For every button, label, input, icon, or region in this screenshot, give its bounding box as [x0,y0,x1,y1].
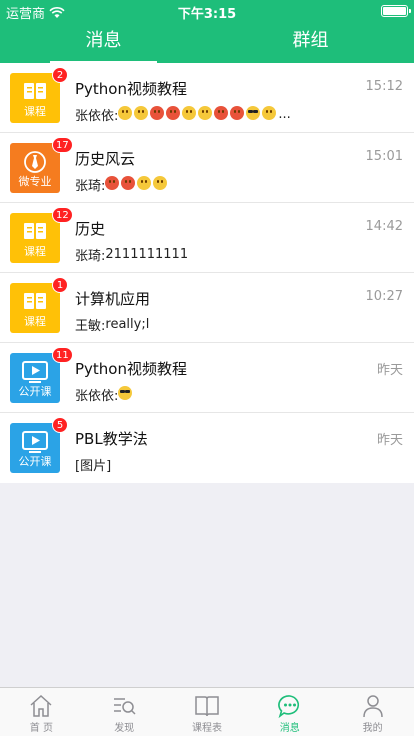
tab-messages[interactable]: 消息 [0,22,207,63]
status-bar: 运营商 下午3:15 [0,0,414,22]
unread-badge: 17 [52,137,73,153]
preview-text: 2111111111 [105,247,189,262]
avatar-label: 公开课 [18,385,52,398]
course-avatar: 课程 [10,73,60,123]
top-header: 运营商 下午3:15 消息 群组 [0,0,414,63]
course-avatar: 课程 [10,283,60,333]
preview-text: really;l [105,317,150,332]
tabbar-label: 课程表 [191,723,222,734]
conversation-row[interactable]: 公开课 11 Python视频教程 昨天张依依: [0,343,414,413]
conversation-row[interactable]: 公开课 5 PBL教学法 昨天 [图片] [0,413,414,483]
course-avatar: 公开课 [10,353,60,403]
tabbar-item[interactable]: 消息 [248,688,331,736]
tabbar-label: 首 页 [29,723,53,734]
tie-icon [10,151,60,173]
bottom-tab-bar: 首 页 发现 课程表 消息 我的 [0,687,414,736]
preview-sender: 张依依: [75,389,119,404]
preview-sender: 张琦: [75,249,106,264]
emoji-icon [153,175,168,190]
sunglasses-emoji-icon [246,105,261,120]
conversation-title: 历史风云 [75,150,136,168]
emoji-icon [118,105,133,120]
course-avatar: 公开课 [10,423,60,473]
tabbar-label: 消息 [279,723,300,734]
avatar-label: 公开课 [18,455,52,468]
emoji-icon [121,175,136,190]
book-icon [10,221,60,243]
conversation-list: 课程 2 Python视频教程 15:12 张依依:... 微专业 17 历史风云 15:01 张… [0,63,414,483]
battery-icon [381,5,411,17]
tabbar-label: 发现 [114,723,135,734]
preview-emojis [105,175,169,194]
unread-badge: 2 [52,67,68,83]
avatar-label: 微专业 [18,175,52,188]
segment-tabs: 消息 群组 [0,22,414,63]
unread-badge: 11 [52,347,73,363]
message-preview: 张依依:... [75,105,291,124]
clock: 下午3:15 [177,7,237,22]
message-icon [277,693,303,719]
emoji-icon [150,105,165,120]
message-preview: 王敏: really;l [75,315,149,334]
preview-sender: 张琦: [75,179,106,194]
emoji-icon [230,105,245,120]
play-screen-icon [10,361,60,383]
conversation-title: Python视频教程 [75,80,187,98]
course-avatar: 微专业 [10,143,60,193]
profile-icon [360,693,386,719]
conversation-time: 14:42 [365,219,403,234]
tab-groups[interactable]: 群组 [207,22,414,63]
conversation-time: 15:01 [365,149,403,164]
emoji-icon [166,105,181,120]
preview-emojis [118,105,278,124]
conversation-time: 昨天 [376,433,403,448]
conversation-time: 10:27 [365,289,403,304]
conversation-time: 15:12 [365,79,403,94]
conversation-row[interactable]: 课程 1 计算机应用 10:27 王敏: really;l [0,273,414,343]
message-preview: 张琦: [75,175,169,194]
avatar-label: 课程 [24,105,46,118]
conversation-row[interactable]: 课程 2 Python视频教程 15:12 张依依:... [0,63,414,133]
conversation-row[interactable]: 课程 12 历史 14:42 张琦: 2111111111 [0,203,414,273]
book-icon [10,81,60,103]
conversation-title: Python视频教程 [75,360,187,378]
message-preview: [图片] [75,455,111,474]
conversation-title: 历史 [75,220,106,238]
play-screen-icon [10,431,60,453]
tabbar-item[interactable]: 课程表 [166,688,249,736]
tabbar-item[interactable]: 首 页 [0,688,83,736]
avatar-label: 课程 [24,315,46,328]
home-icon [28,693,54,719]
conversation-title: PBL教学法 [75,430,148,448]
emoji-icon [105,175,120,190]
message-preview: 张琦: 2111111111 [75,245,188,264]
emoji-icon [134,105,149,120]
preview-sender: 王敏: [75,319,106,334]
emoji-icon [198,105,213,120]
course-avatar: 课程 [10,213,60,263]
tabbar-label: 我的 [362,723,383,734]
conversation-time: 昨天 [376,363,403,378]
book-icon [10,291,60,313]
emoji-icon [137,175,152,190]
tabbar-item[interactable]: 我的 [331,688,414,736]
emoji-icon [262,105,277,120]
unread-badge: 5 [52,417,68,433]
sunglasses-emoji-icon [118,385,133,400]
emoji-icon [182,105,197,120]
emoji-icon [214,105,229,120]
discover-icon [111,693,137,719]
conversation-title: 计算机应用 [75,290,151,308]
preview-text: [图片] [75,459,112,474]
message-preview: 张依依: [75,385,134,404]
preview-ellipsis: ... [278,107,291,122]
unread-badge: 1 [52,277,68,293]
schedule-book-icon [194,693,220,719]
unread-badge: 12 [52,207,73,223]
preview-sender: 张依依: [75,109,119,124]
avatar-label: 课程 [24,245,46,258]
conversation-row[interactable]: 微专业 17 历史风云 15:01 张琦: [0,133,414,203]
tabbar-item[interactable]: 发现 [83,688,166,736]
preview-emojis [118,385,134,404]
